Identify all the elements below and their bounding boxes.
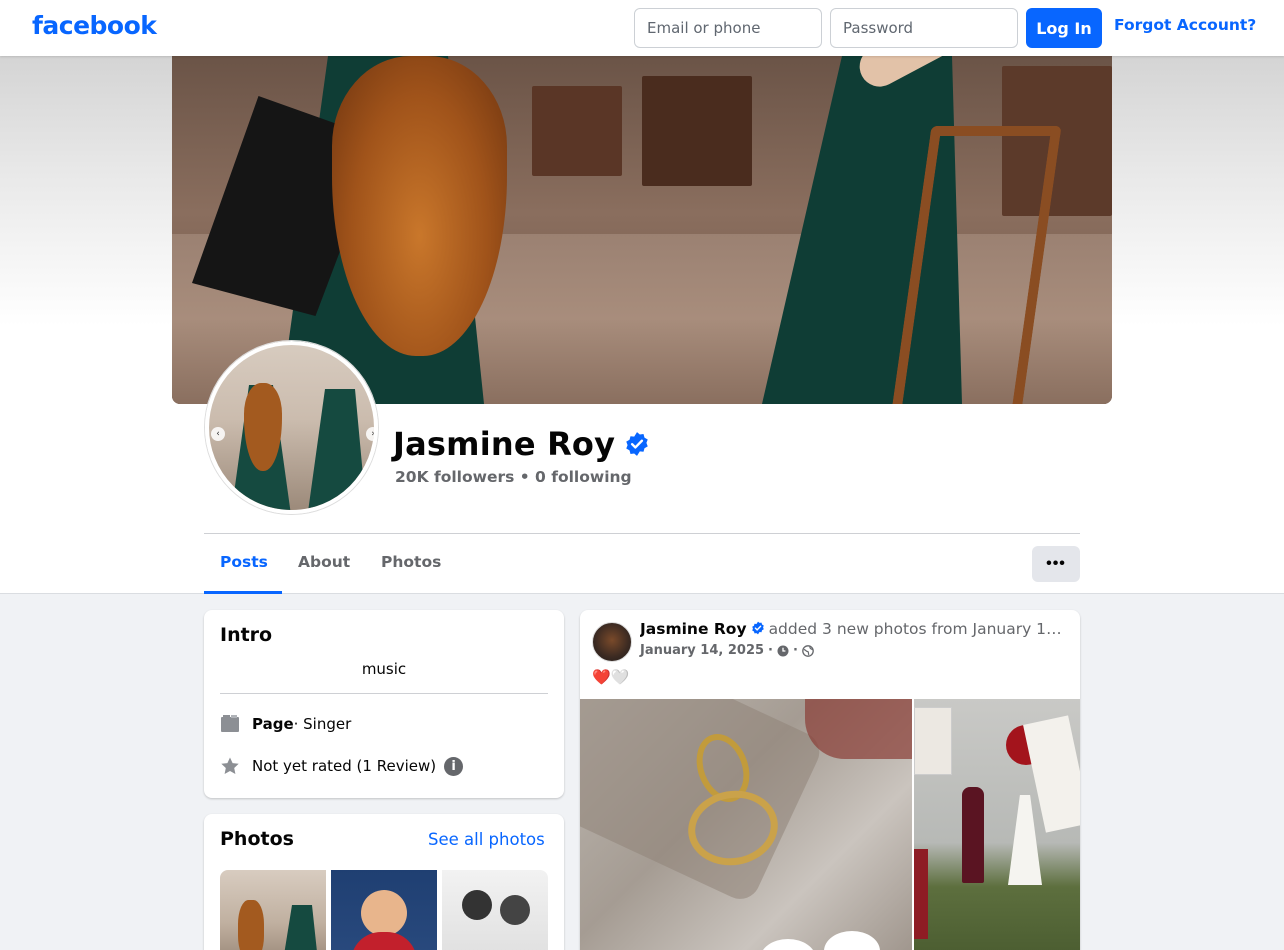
photo-groom <box>962 787 984 883</box>
photo-thumbnail[interactable] <box>331 870 437 950</box>
photo-overlay-circle <box>824 931 880 950</box>
facebook-logo[interactable]: facebook <box>32 11 157 40</box>
photo-inset <box>914 707 952 775</box>
active-tab-indicator <box>204 591 282 594</box>
profile-name: Jasmine Roy <box>393 425 616 463</box>
forgot-account-link[interactable]: Forgot Account? <box>1114 16 1256 34</box>
post-author-name[interactable]: Jasmine Roy <box>640 620 747 638</box>
profile-picture[interactable]: ‹ › <box>205 341 378 514</box>
login-button[interactable]: Log In <box>1026 8 1102 48</box>
photo-bride <box>1008 795 1042 885</box>
intro-separator <box>220 693 548 694</box>
follower-stats[interactable]: 20K followers • 0 following <box>395 468 632 486</box>
photo-red-edge <box>914 849 928 939</box>
cover-pew <box>532 86 622 176</box>
intro-title: Intro <box>220 624 273 646</box>
avatar-prev-icon: ‹ <box>211 427 225 441</box>
meta-separator: · <box>793 643 798 658</box>
intro-page-row: Page · Singer <box>220 714 351 734</box>
verified-badge-icon <box>751 621 764 635</box>
avatar-next-icon: › <box>366 427 374 441</box>
post-photo-couple[interactable] <box>914 699 1080 950</box>
post-meta: January 14, 2025 · · <box>640 643 814 658</box>
verified-badge-icon <box>626 432 648 456</box>
intro-bio: music <box>361 660 407 678</box>
photos-title: Photos <box>220 828 294 850</box>
header-divider <box>204 533 1080 534</box>
photo-overlay-circle <box>760 939 816 950</box>
thumb-cello <box>238 900 264 950</box>
clock-icon <box>777 645 789 656</box>
intro-card: Intro music Page · Singer Not yet rated … <box>204 610 564 798</box>
email-input[interactable] <box>634 8 822 48</box>
page-category: · Singer <box>293 715 352 733</box>
page-flag-icon <box>221 715 239 732</box>
tab-photos[interactable]: Photos <box>381 553 441 571</box>
post-text: ❤️🤍 <box>592 668 630 686</box>
post-card: Jasmine Roy added 3 new photos from Janua… <box>580 610 1080 950</box>
thumb-dress <box>280 905 320 950</box>
post-date[interactable]: January 14, 2025 <box>640 643 764 658</box>
rating-text: Not yet rated (1 Review) <box>252 757 437 775</box>
photo-thumbnail[interactable] <box>220 870 326 950</box>
photo-thumbnail[interactable] <box>442 870 548 950</box>
info-icon[interactable]: i <box>444 756 464 776</box>
star-icon <box>221 757 239 774</box>
globe-icon <box>802 644 814 657</box>
see-all-photos-link[interactable]: See all photos <box>428 830 545 849</box>
photos-card: Photos See all photos <box>204 814 564 950</box>
post-author-avatar[interactable] <box>592 622 632 662</box>
more-options-button[interactable]: ••• <box>1032 546 1080 582</box>
tab-posts[interactable]: Posts <box>220 553 268 571</box>
intro-rating-row: Not yet rated (1 Review) i <box>220 756 464 776</box>
cover-pew <box>642 76 752 186</box>
meta-separator: · <box>768 643 773 658</box>
avatar-dress-right <box>307 389 367 510</box>
thumb-red-dress <box>351 932 417 950</box>
thumb-head <box>500 895 530 925</box>
post-header: Jasmine Roy added 3 new photos from Janua… <box>640 620 1070 638</box>
top-navigation-bar: facebook Log In Forgot Account? <box>0 0 1284 56</box>
more-dots-icon: ••• <box>1046 555 1066 572</box>
post-action: added 3 new photos from January 14, 2025 <box>768 620 1070 638</box>
photo-red-corner <box>805 699 912 759</box>
thumb-head <box>462 890 492 920</box>
page-label: Page <box>252 715 294 733</box>
tab-about[interactable]: About <box>298 553 350 571</box>
thumb-face <box>361 890 407 936</box>
password-input[interactable] <box>830 8 1018 48</box>
post-photo-rings[interactable] <box>580 699 912 950</box>
